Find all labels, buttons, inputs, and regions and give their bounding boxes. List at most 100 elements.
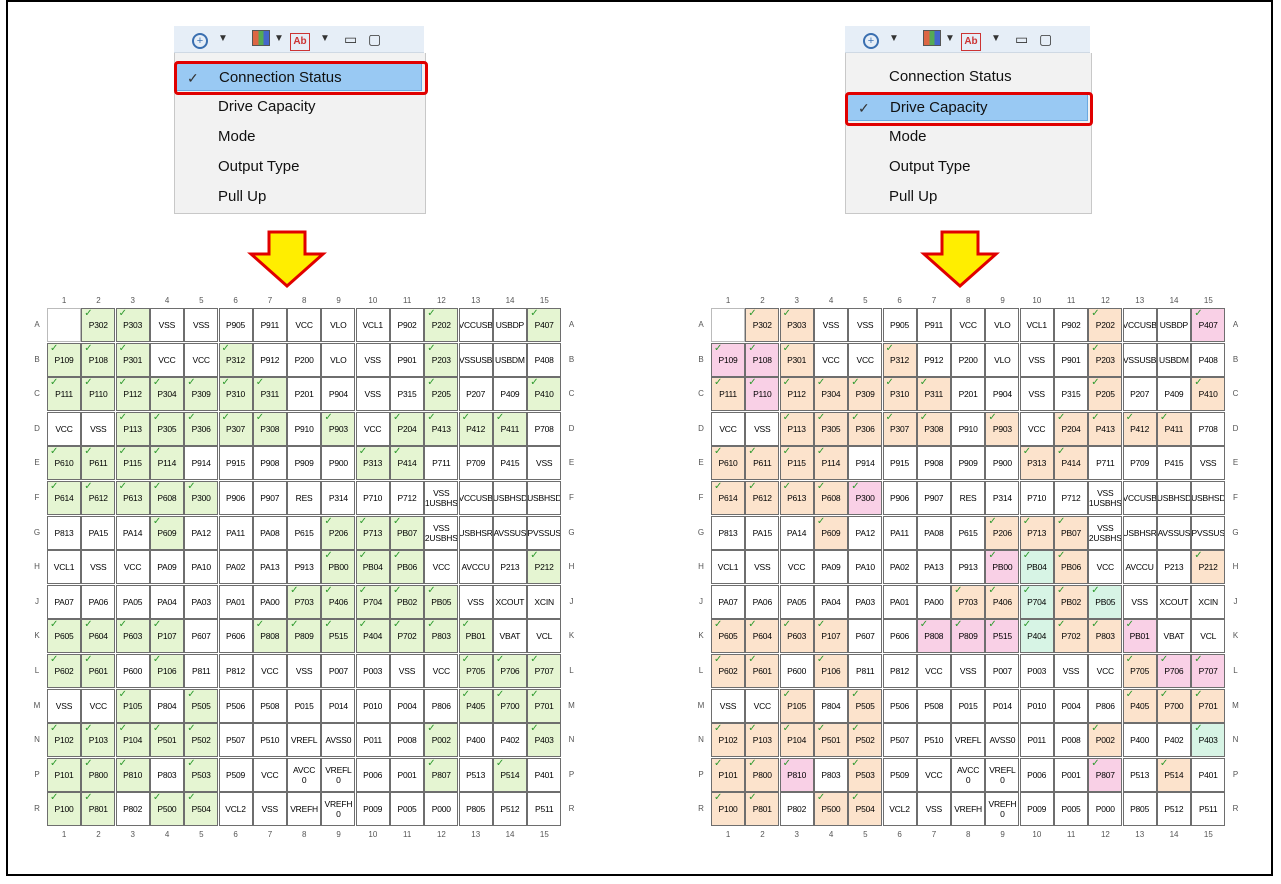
- pin-cell[interactable]: P402: [1156, 723, 1191, 758]
- pin-cell[interactable]: ✓ P410: [527, 377, 562, 412]
- pin-cell[interactable]: ✓ P604: [81, 619, 116, 654]
- pin-cell[interactable]: ✓ P500: [149, 792, 184, 827]
- menu-item-mode[interactable]: Mode: [176, 123, 422, 151]
- color-grid-icon[interactable]: [923, 30, 941, 50]
- pin-cell[interactable]: ✓ P104: [779, 723, 814, 758]
- pin-cell[interactable]: VREFH 0: [321, 792, 356, 827]
- pin-cell[interactable]: P905: [882, 308, 917, 342]
- pin-cell[interactable]: P509: [882, 757, 917, 792]
- pin-cell[interactable]: ✓ P703: [287, 584, 322, 619]
- pin-cell[interactable]: VSS: [951, 654, 986, 688]
- pin-cell[interactable]: ✓ P612: [81, 481, 116, 515]
- pin-cell[interactable]: VCCUSB: [1122, 481, 1157, 515]
- pin-cell[interactable]: ✓ P305: [149, 411, 184, 446]
- pin-cell[interactable]: P813: [711, 515, 745, 550]
- pin-cell[interactable]: VCC: [81, 688, 116, 723]
- pin-cell[interactable]: P408: [527, 342, 562, 377]
- pin-cell[interactable]: VSS: [390, 654, 424, 688]
- pin-cell[interactable]: XCIN: [1191, 584, 1226, 619]
- pin-cell[interactable]: P200: [287, 342, 322, 377]
- pin-cell[interactable]: ✓ P701: [527, 688, 562, 723]
- pin-cell[interactable]: VSSUSB: [1122, 342, 1157, 377]
- pin-cell[interactable]: ✓ PB00: [321, 550, 356, 585]
- pin-cell[interactable]: VSS 2USBHS: [424, 515, 459, 550]
- pin-cell[interactable]: ✓ P404: [1019, 619, 1054, 654]
- pin-cell[interactable]: P005: [1054, 792, 1088, 827]
- pin-cell[interactable]: ✓ P514: [492, 757, 527, 792]
- pin-cell[interactable]: VCL1: [47, 550, 81, 585]
- pin-cell[interactable]: P708: [527, 411, 562, 446]
- pin-cell[interactable]: ✓ P206: [985, 515, 1020, 550]
- pin-cell[interactable]: P510: [252, 723, 287, 758]
- pin-cell[interactable]: ✓ P313: [355, 446, 390, 481]
- pin-cell[interactable]: VCC: [848, 342, 883, 377]
- pin-cell[interactable]: VSS: [745, 550, 780, 585]
- pin-cell[interactable]: P711: [424, 446, 459, 481]
- pin-cell[interactable]: P909: [287, 446, 322, 481]
- pin-cell[interactable]: PA12: [848, 515, 883, 550]
- pin-cell[interactable]: VSS: [81, 411, 116, 446]
- pin-cell[interactable]: ✓ P613: [779, 481, 814, 515]
- chevron-down-icon[interactable]: ▼: [274, 30, 284, 48]
- pin-cell[interactable]: P213: [492, 550, 527, 585]
- pin-cell[interactable]: ✓ P304: [149, 377, 184, 412]
- pin-cell[interactable]: ✓ P205: [424, 377, 459, 412]
- pin-cell[interactable]: ✓ P311: [252, 377, 287, 412]
- chevron-down-icon[interactable]: ▼: [991, 30, 1001, 48]
- pin-cell[interactable]: ✓ P801: [745, 792, 780, 827]
- pin-cell[interactable]: ✓ P303: [115, 308, 150, 342]
- pin-cell[interactable]: VCL1: [1019, 308, 1054, 342]
- pin-cell[interactable]: VREFH 0: [985, 792, 1020, 827]
- pin-cell[interactable]: ✓ P305: [813, 411, 848, 446]
- pin-cell[interactable]: ✓ P505: [184, 688, 219, 723]
- pin-cell[interactable]: ✓ P610: [711, 446, 745, 481]
- pin-cell[interactable]: P000: [424, 792, 459, 827]
- pin-cell[interactable]: AVSSUS: [492, 515, 527, 550]
- pin-cell[interactable]: VREFH: [287, 792, 322, 827]
- pin-cell[interactable]: ✓ P113: [115, 411, 150, 446]
- pin-cell[interactable]: ✓ P706: [492, 654, 527, 688]
- pin-cell[interactable]: P415: [1156, 446, 1191, 481]
- pin-cell[interactable]: PA13: [252, 550, 287, 585]
- pin-cell[interactable]: PA10: [848, 550, 883, 585]
- pin-cell[interactable]: PA01: [882, 584, 917, 619]
- pin-cell[interactable]: P910: [951, 411, 986, 446]
- pin-cell[interactable]: P201: [287, 377, 322, 412]
- pin-cell[interactable]: VSS: [1054, 654, 1088, 688]
- pin-cell[interactable]: VCC: [424, 550, 459, 585]
- pin-cell[interactable]: VREFH: [951, 792, 986, 827]
- pin-cell[interactable]: P509: [218, 757, 253, 792]
- pin-cell[interactable]: P606: [218, 619, 253, 654]
- pin-cell[interactable]: ✓ P411: [1156, 411, 1191, 446]
- pin-cell[interactable]: VSS: [848, 308, 883, 342]
- minimize-icon[interactable]: ▭: [1015, 30, 1028, 48]
- pin-cell[interactable]: VCL1: [355, 308, 390, 342]
- pin-cell[interactable]: P014: [985, 688, 1020, 723]
- pin-cell[interactable]: VCC: [813, 342, 848, 377]
- pin-cell[interactable]: ✓ P303: [779, 308, 814, 342]
- pin-cell[interactable]: P615: [287, 515, 322, 550]
- pin-cell[interactable]: AVSSUS: [1156, 515, 1191, 550]
- pin-cell[interactable]: ✓ P614: [711, 481, 745, 515]
- pin-cell[interactable]: PA06: [745, 584, 780, 619]
- pin-cell[interactable]: ✓ PB04: [355, 550, 390, 585]
- pin-cell[interactable]: P712: [390, 481, 424, 515]
- pin-cell[interactable]: P003: [355, 654, 390, 688]
- pin-cell[interactable]: P805: [458, 792, 493, 827]
- pin-cell[interactable]: PA08: [252, 515, 287, 550]
- pin-cell[interactable]: ✓ P603: [779, 619, 814, 654]
- zoom-icon[interactable]: +: [192, 30, 208, 49]
- pin-cell[interactable]: ✓ P501: [813, 723, 848, 758]
- pin-cell[interactable]: PA12: [184, 515, 219, 550]
- pin-cell[interactable]: P914: [848, 446, 883, 481]
- pin-cell[interactable]: P400: [1122, 723, 1157, 758]
- pin-cell[interactable]: VSS 1USBHS: [1088, 481, 1123, 515]
- pin-cell[interactable]: ✓ P108: [81, 342, 116, 377]
- pin-cell[interactable]: ✓ P101: [711, 757, 745, 792]
- zoom-icon[interactable]: +: [863, 30, 879, 49]
- pin-cell[interactable]: ✓ P212: [527, 550, 562, 585]
- pin-cell[interactable]: ✓ P110: [81, 377, 116, 412]
- pin-cell[interactable]: ✓ P313: [1019, 446, 1054, 481]
- pin-cell[interactable]: P615: [951, 515, 986, 550]
- pin-cell[interactable]: P607: [184, 619, 219, 654]
